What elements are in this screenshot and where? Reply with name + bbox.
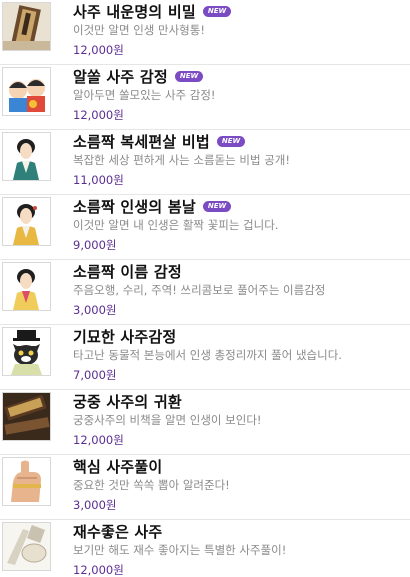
item-price: 3,000원 [73, 303, 117, 317]
new-badge: NEW [216, 135, 246, 147]
list-item[interactable]: 소름짝 복세편살 비법 NEW 복잡한 세상 편하게 사는 소름돋는 비법 공개… [0, 130, 410, 195]
new-badge: NEW [174, 70, 204, 82]
list-item[interactable]: 재수좋은 사주 보기만 해도 재수 좋아지는 특별한 사주풀이! 12,000원 [0, 520, 410, 577]
item-title[interactable]: 소름짝 이름 감정 [73, 261, 182, 282]
list-item[interactable]: 알쏠 사주 감정 NEW 알아두면 쏠모있는 사주 감정! 12,000원 [0, 65, 410, 130]
item-title[interactable]: 사주 내운명의 비밀 [73, 1, 196, 22]
scroll-book-icon [2, 2, 51, 51]
list-item[interactable]: 핵심 사주풀이 중요한 것만 쏙쏙 뽑아 알려준다! 3,000원 [0, 455, 410, 520]
item-title[interactable]: 알쏠 사주 감정 [73, 66, 168, 87]
item-title[interactable]: 기묘한 사주감정 [73, 326, 176, 347]
list-item[interactable]: 기묘한 사주감정 타고난 동물적 본능에서 인생 총정리까지 풀어 냈습니다. … [0, 325, 410, 390]
item-price: 12,000원 [73, 563, 124, 577]
item-title[interactable]: 소름짝 복세편살 비법 [73, 131, 210, 152]
item-description: 이것만 알면 내 인생은 활짝 꽃피는 겁니다. [73, 218, 279, 232]
cartoon-kids-icon [2, 67, 51, 116]
cat-scholar-icon [2, 327, 51, 376]
list-item[interactable]: 소름짝 이름 감정 주음오행, 수리, 주역! 쓰리콤보로 풀어주는 이름감정 … [0, 260, 410, 325]
list-item[interactable]: 소름짝 인생의 봄날 NEW 이것만 알면 내 인생은 활짝 꽃피는 겁니다. … [0, 195, 410, 260]
item-description: 보기만 해도 재수 좋아지는 특별한 사주풀이! [73, 543, 287, 557]
item-description: 타고난 동물적 본능에서 인생 총정리까지 풀어 냈습니다. [73, 348, 342, 362]
item-description: 이것만 알면 인생 만사형통! [73, 23, 205, 37]
hanbok-woman-icon [2, 132, 51, 181]
new-badge: NEW [202, 5, 232, 17]
item-description: 중요한 것만 쏙쏙 뽑아 알려준다! [73, 478, 230, 492]
item-description: 궁중사주의 비책을 알면 인생이 보인다! [73, 413, 262, 427]
item-price: 12,000원 [73, 108, 124, 122]
item-description: 복잡한 세상 편하게 사는 소름돋는 비법 공개! [73, 153, 290, 167]
hanbok-woman-icon [2, 262, 51, 311]
item-title[interactable]: 궁중 사주의 귀환 [73, 391, 182, 412]
item-price: 12,000원 [73, 433, 124, 447]
item-price: 3,000원 [73, 498, 117, 512]
item-price: 9,000원 [73, 238, 117, 252]
product-list: 사주 내운명의 비밀 NEW 이것만 알면 인생 만사형통! 12,000원 알… [0, 0, 410, 577]
item-price: 12,000원 [73, 43, 124, 57]
item-price: 7,000원 [73, 368, 117, 382]
item-title[interactable]: 재수좋은 사주 [73, 521, 162, 542]
item-description: 알아두면 쏠모있는 사주 감정! [73, 88, 216, 102]
scroll-book-icon [2, 392, 51, 441]
item-price: 11,000원 [73, 173, 124, 187]
hand-gesture-icon [2, 457, 51, 506]
list-item[interactable]: 사주 내운명의 비밀 NEW 이것만 알면 인생 만사형통! 12,000원 [0, 0, 410, 65]
list-item[interactable]: 궁중 사주의 귀환 궁중사주의 비책을 알면 인생이 보인다! 12,000원 [0, 390, 410, 455]
item-title[interactable]: 핵심 사주풀이 [73, 456, 162, 477]
new-badge: NEW [202, 200, 232, 212]
lucky-items-icon [2, 522, 51, 571]
item-title[interactable]: 소름짝 인생의 봄날 [73, 196, 196, 217]
item-description: 주음오행, 수리, 주역! 쓰리콤보로 풀어주는 이름감정 [73, 283, 326, 297]
hanbok-woman-icon [2, 197, 51, 246]
